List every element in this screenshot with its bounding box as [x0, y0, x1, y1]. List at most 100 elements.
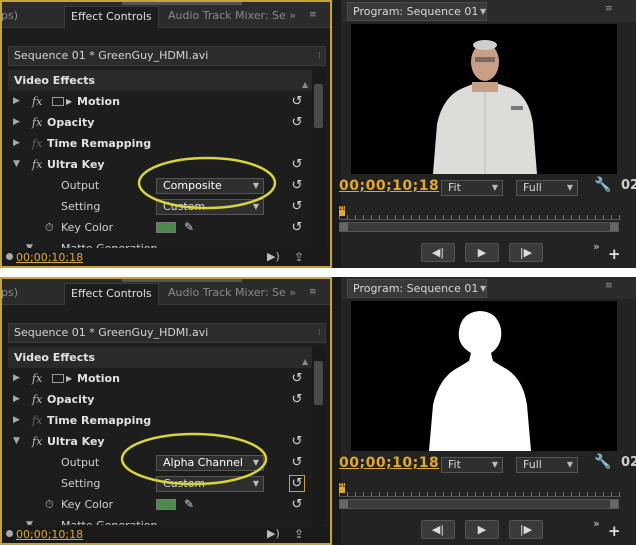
program-timecode[interactable]: 00;00;10;18: [339, 178, 439, 194]
reset-icon[interactable]: ↺: [289, 91, 305, 112]
reset-icon[interactable]: ↺: [289, 196, 305, 217]
fit-dropdown[interactable]: Fit ▼: [441, 457, 503, 473]
tab-cut-left[interactable]: ps): [1, 283, 18, 305]
quality-dropdown[interactable]: Full ▼: [516, 180, 578, 196]
grip-icon[interactable]: ⁞: [318, 324, 321, 342]
wrench-icon[interactable]: 🔧: [594, 454, 611, 470]
key-color-swatch[interactable]: [156, 222, 176, 233]
panel-menu-icon[interactable]: ≡: [309, 10, 321, 22]
reset-icon[interactable]: ↺: [289, 112, 305, 133]
motion-transform-icon[interactable]: [52, 374, 64, 383]
collapse-triangle-icon[interactable]: ▼: [13, 154, 20, 175]
stopwatch-icon[interactable]: ⏱: [45, 217, 54, 238]
expand-triangle-icon[interactable]: ▶: [13, 410, 20, 431]
more-controls-icon[interactable]: »: [593, 517, 600, 530]
export-icon[interactable]: ⇪: [294, 527, 304, 541]
program-viewer[interactable]: [351, 301, 617, 451]
panel-menu-icon[interactable]: ≡: [309, 287, 321, 299]
scrollbar-thumb[interactable]: [314, 84, 323, 128]
tab-program-sequence[interactable]: Program: Sequence 01 ▼: [347, 279, 487, 298]
panel-menu-icon[interactable]: ≡: [605, 281, 613, 291]
fit-dropdown[interactable]: Fit ▼: [441, 180, 503, 196]
tab-cut-left[interactable]: ps): [1, 6, 18, 28]
more-controls-icon[interactable]: »: [593, 240, 600, 253]
tab-effect-controls[interactable]: Effect Controls: [64, 6, 159, 28]
export-icon[interactable]: ⇪: [294, 250, 304, 264]
play-audio-icon[interactable]: ▶): [267, 527, 280, 540]
expand-triangle-icon[interactable]: ▶: [13, 368, 20, 389]
expand-triangle-icon[interactable]: ▶: [13, 112, 20, 133]
reset-icon[interactable]: ↺: [289, 431, 305, 452]
fx-icon[interactable]: fx: [32, 431, 42, 452]
program-viewer[interactable]: [351, 24, 617, 174]
playhead-marker[interactable]: 21: [339, 483, 345, 493]
vertical-scrollbar[interactable]: [312, 70, 325, 248]
reset-icon[interactable]: ↺: [289, 154, 305, 175]
wrench-icon[interactable]: 🔧: [594, 177, 611, 193]
effect-row-motion[interactable]: ▶ fx ▶ Motion ↺: [8, 91, 312, 112]
reset-icon[interactable]: ↺: [289, 475, 305, 492]
zoom-scroll-bar[interactable]: [339, 222, 619, 232]
effect-row-opacity[interactable]: ▶ fx Opacity ↺: [8, 112, 312, 133]
motion-transform-icon[interactable]: [52, 97, 64, 106]
eyedropper-icon[interactable]: ✎: [184, 217, 194, 238]
fx-icon[interactable]: fx: [32, 154, 42, 175]
key-color-swatch[interactable]: [156, 499, 176, 510]
step-back-button[interactable]: ◀|: [421, 243, 455, 262]
tab-program-sequence[interactable]: Program: Sequence 01 ▼: [347, 2, 487, 21]
program-timecode[interactable]: 00;00;10;18: [339, 455, 439, 471]
fx-icon[interactable]: fx: [32, 368, 42, 389]
vertical-scrollbar[interactable]: [312, 347, 325, 525]
reset-icon[interactable]: ↺: [289, 494, 305, 515]
play-button[interactable]: ▶: [465, 520, 499, 539]
collapse-triangle-icon[interactable]: ▼: [13, 431, 20, 452]
panel-menu-icon[interactable]: ≡: [605, 4, 613, 14]
step-forward-button[interactable]: |▶: [509, 243, 543, 262]
play-audio-icon[interactable]: ▶): [267, 250, 280, 263]
reset-icon[interactable]: ↺: [289, 452, 305, 473]
time-ruler[interactable]: [339, 483, 621, 497]
reset-icon[interactable]: ↺: [289, 175, 305, 196]
tab-audio-track-mixer[interactable]: Audio Track Mixer: Se »: [168, 283, 296, 305]
reset-icon[interactable]: ↺: [289, 217, 305, 238]
time-ruler[interactable]: [339, 206, 621, 220]
play-button[interactable]: ▶: [465, 243, 499, 262]
zoom-right-handle[interactable]: [610, 500, 618, 508]
zoom-left-handle[interactable]: [340, 500, 348, 508]
expand-triangle-icon[interactable]: ▶: [13, 389, 20, 410]
reset-icon[interactable]: ↺: [289, 368, 305, 389]
collapse-triangle-icon[interactable]: ▼: [26, 515, 33, 525]
stopwatch-icon[interactable]: ⏱: [45, 494, 54, 515]
expand-triangle-icon[interactable]: ▶: [13, 91, 20, 112]
grip-icon[interactable]: ⁞: [318, 47, 321, 65]
fx-icon[interactable]: fx: [32, 389, 42, 410]
chevron-down-icon[interactable]: ▼: [480, 3, 486, 20]
tab-effect-controls[interactable]: Effect Controls: [64, 283, 159, 305]
expand-triangle-icon[interactable]: ▶: [13, 133, 20, 154]
step-forward-button[interactable]: |▶: [509, 520, 543, 539]
effect-row-opacity[interactable]: ▶ fx Opacity ↺: [8, 389, 312, 410]
chevron-down-icon[interactable]: ▼: [480, 280, 486, 297]
fx-icon[interactable]: fx: [32, 91, 42, 112]
zoom-right-handle[interactable]: [610, 223, 618, 231]
tab-audio-track-mixer[interactable]: Audio Track Mixer: Se »: [168, 6, 296, 28]
effect-row-time-remapping[interactable]: ▶ fx Time Remapping: [8, 133, 312, 154]
fx-icon[interactable]: fx: [32, 112, 42, 133]
scrollbar-thumb[interactable]: [314, 361, 323, 405]
step-back-button[interactable]: ◀|: [421, 520, 455, 539]
quality-dropdown[interactable]: Full ▼: [516, 457, 578, 473]
add-button-icon[interactable]: +: [608, 522, 621, 540]
add-button-icon[interactable]: +: [608, 245, 621, 263]
zoom-scroll-bar[interactable]: [339, 499, 619, 509]
effect-row-motion[interactable]: ▶ fx ▶ Motion ↺: [8, 368, 312, 389]
eyedropper-icon[interactable]: ✎: [184, 494, 194, 515]
ec-timecode[interactable]: 00;00;10;18: [16, 528, 83, 541]
reset-icon[interactable]: ↺: [289, 389, 305, 410]
param-row-matte-generation[interactable]: ▼ Matte Generation: [8, 515, 312, 525]
effect-row-time-remapping[interactable]: ▶ fx Time Remapping: [8, 410, 312, 431]
ec-timecode[interactable]: 00;00;10;18: [16, 251, 83, 264]
zoom-left-handle[interactable]: [340, 223, 348, 231]
playhead-marker[interactable]: 21: [339, 206, 345, 216]
param-row-matte-generation[interactable]: ▼ Matte Generation: [8, 238, 312, 248]
collapse-triangle-icon[interactable]: ▼: [26, 238, 33, 248]
